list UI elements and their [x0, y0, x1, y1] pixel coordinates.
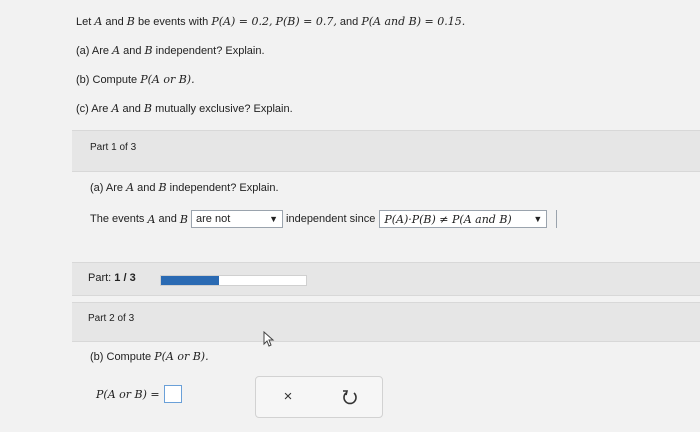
prob-b: P(B) = 0.7,	[275, 15, 337, 28]
be-events-text: be events with	[137, 16, 209, 28]
reason-select[interactable]: P(A)·P(B) ≠ P(A and B) ▼	[379, 210, 548, 228]
question-a-suffix: independent? Explain.	[155, 45, 265, 57]
progress-bar-section: Part: 1 / 3	[72, 262, 700, 296]
and-text: and	[158, 213, 177, 225]
answer-mid-text: independent since	[286, 213, 376, 225]
close-icon: ×	[283, 388, 293, 405]
select-end-divider	[552, 210, 558, 228]
progress-fill	[161, 276, 219, 285]
question-b: (b) Compute P(A or B).	[76, 73, 195, 86]
part2-answer-row: P(A or B) =	[96, 385, 182, 403]
and-text-2: and	[339, 16, 359, 28]
caret-down-icon: ▼	[269, 214, 279, 224]
and-text: and	[122, 103, 141, 115]
question-c: (c) Are A and B mutually exclusive? Expl…	[76, 102, 293, 115]
progress-label-text: Part:	[88, 272, 112, 284]
question-c-suffix: mutually exclusive? Explain.	[155, 103, 293, 115]
event-a: A	[111, 102, 120, 115]
event-b: B	[179, 212, 189, 226]
intro-text: Let	[76, 16, 92, 28]
caret-down-icon: ▼	[533, 214, 543, 224]
question-a: (a) Are A and B independent? Explain.	[76, 44, 265, 57]
event-a: A	[147, 212, 156, 226]
part1-header: Part 1 of 3	[72, 130, 700, 172]
and-text: and	[123, 45, 142, 57]
reason-select-value: P(A)·P(B) ≠ P(A and B)	[384, 212, 512, 226]
event-a: A	[94, 15, 103, 28]
question-a-prefix: (a) Are	[76, 45, 110, 57]
event-a: A	[126, 181, 135, 194]
prob-a-and-b: P(A and B) = 0.15.	[361, 15, 466, 28]
prob-a: P(A) = 0.2,	[211, 15, 273, 28]
answer-prefix: The events	[90, 213, 145, 225]
answer-actions: ×	[255, 376, 383, 418]
part1-question-suffix: independent? Explain.	[169, 182, 279, 194]
progress-value: 1 / 3	[114, 272, 136, 284]
progress-track	[160, 275, 307, 286]
independence-select-value: are not	[196, 213, 231, 225]
undo-icon[interactable]	[340, 387, 360, 407]
progress-label: Part: 1 / 3	[88, 272, 136, 284]
part1-question-prefix: (a) Are	[90, 182, 124, 194]
event-b: B	[144, 44, 153, 57]
part1-answer-row: The events A and B are not ▼ independent…	[90, 210, 558, 228]
answer-input[interactable]	[163, 385, 182, 403]
part2-question-prefix: (b) Compute	[90, 351, 152, 363]
and-text: and	[105, 16, 124, 28]
part2-title: Part 2 of 3	[88, 313, 135, 324]
problem-statement: Let A and B be events with P(A) = 0.2, P…	[76, 15, 465, 28]
event-a: A	[112, 44, 121, 57]
question-c-prefix: (c) Are	[76, 103, 109, 115]
clear-button[interactable]: ×	[278, 387, 298, 407]
event-b: B	[158, 181, 167, 194]
part2-header: Part 2 of 3	[72, 302, 700, 342]
question-b-expr: P(A or B).	[140, 73, 195, 86]
answer-expr: P(A or B) =	[96, 387, 160, 401]
event-b: B	[126, 15, 135, 28]
and-text: and	[137, 182, 156, 194]
part2-question-expr: P(A or B).	[154, 350, 209, 363]
part1-title: Part 1 of 3	[90, 142, 137, 153]
part2-question: (b) Compute P(A or B).	[90, 350, 209, 363]
mouse-cursor-icon	[263, 331, 275, 347]
question-b-prefix: (b) Compute	[76, 74, 138, 86]
part1-question: (a) Are A and B independent? Explain.	[90, 181, 279, 194]
event-b: B	[143, 102, 152, 115]
independence-select[interactable]: are not ▼	[191, 210, 284, 228]
